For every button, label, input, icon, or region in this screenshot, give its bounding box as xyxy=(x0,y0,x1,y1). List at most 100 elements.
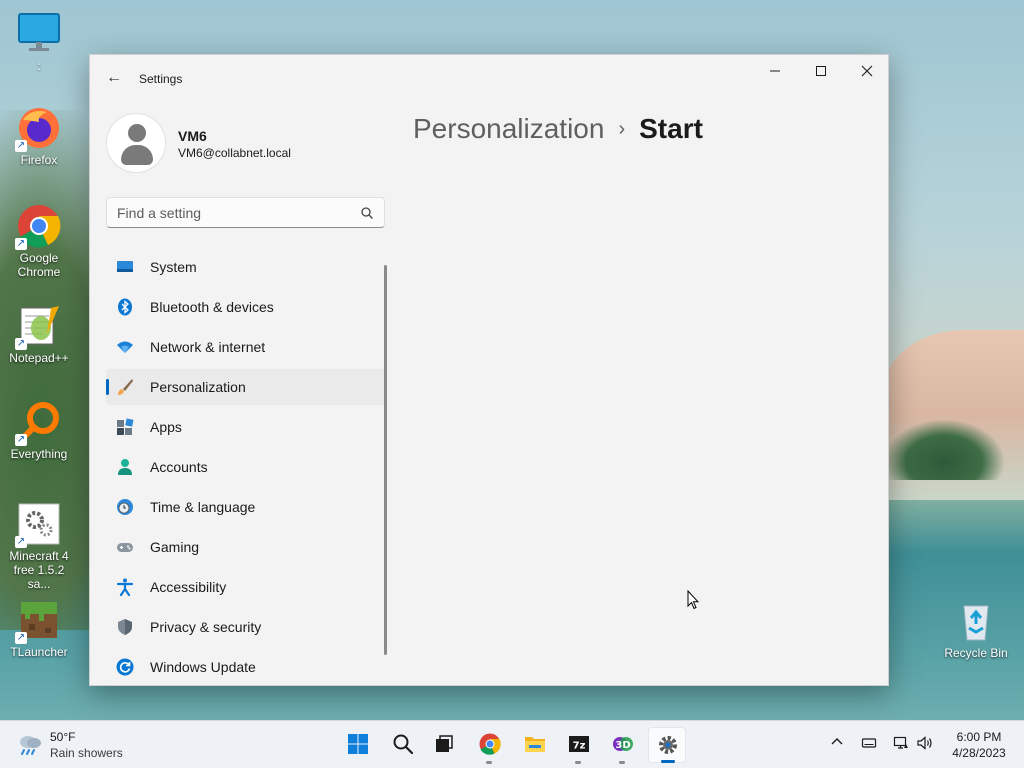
3d-app-taskbar-button[interactable]: 3D xyxy=(604,727,642,764)
shortcut-arrow-icon: ↗ xyxy=(15,140,27,152)
desktop-icon-everything[interactable]: ↗ Everything xyxy=(1,400,77,461)
sidebar-item-personalization[interactable]: Personalization xyxy=(106,369,386,405)
desktop-icon-firefox[interactable]: ↗ Firefox xyxy=(1,106,77,167)
sidebar-item-label: System xyxy=(150,259,197,275)
tray-display-button[interactable] xyxy=(859,735,879,755)
taskbar: 50°F Rain showers 7z 3D 6:00 PM 4/28/202… xyxy=(0,720,1024,768)
desktop-icon-tlauncher[interactable]: ↗ TLauncher xyxy=(1,598,77,659)
close-icon xyxy=(861,65,873,77)
svg-text:3D: 3D xyxy=(615,740,630,751)
sidebar-item-bluetooth[interactable]: Bluetooth & devices xyxy=(106,289,386,325)
task-view-button[interactable] xyxy=(425,727,463,763)
weather-description: Rain showers xyxy=(50,746,123,760)
minimize-icon xyxy=(770,70,780,72)
close-button[interactable] xyxy=(844,55,890,87)
chrome-icon xyxy=(479,733,501,755)
accessibility-icon xyxy=(116,578,134,596)
avatar-head-icon xyxy=(128,124,146,142)
sidebar-item-privacy[interactable]: Privacy & security xyxy=(106,609,386,645)
search-input[interactable] xyxy=(117,204,347,222)
tray-network-button[interactable] xyxy=(891,735,911,755)
notepadpp-icon: ↗ xyxy=(15,304,61,350)
sidebar-item-label: Apps xyxy=(150,419,182,435)
running-indicator xyxy=(619,761,625,764)
sidebar-item-label: Accessibility xyxy=(150,579,227,595)
back-button[interactable]: ← xyxy=(100,67,128,89)
tray-volume-button[interactable] xyxy=(915,735,935,755)
file-explorer-taskbar-button[interactable] xyxy=(516,727,554,763)
7zip-icon: 7z xyxy=(569,736,589,752)
sidebar-scrollbar[interactable] xyxy=(384,265,387,655)
sidebar-item-accounts[interactable]: Accounts xyxy=(106,449,386,485)
shortcut-arrow-icon: ↗ xyxy=(15,536,27,548)
desktop-icon-label: Notepad++ xyxy=(9,351,69,365)
wifi-icon xyxy=(117,341,133,353)
sidebar-item-time-language[interactable]: Time & language xyxy=(106,489,386,525)
desktop-icon-label: Minecraft 4 free 1.5.2 sa... xyxy=(9,549,69,591)
search-button[interactable] xyxy=(384,727,422,763)
profile-email: VM6@collabnet.local xyxy=(178,146,291,160)
desktop-icon-this-pc[interactable]: : xyxy=(1,12,77,73)
desktop-icon-label: Google Chrome xyxy=(17,251,61,279)
firefox-icon: ↗ xyxy=(15,106,61,152)
folder-icon xyxy=(525,737,545,752)
sidebar-item-label: Gaming xyxy=(150,539,200,555)
chevron-up-icon xyxy=(831,738,843,745)
svg-text:7z: 7z xyxy=(573,741,586,752)
show-hidden-icons-button[interactable] xyxy=(827,735,847,755)
breadcrumb-parent-link[interactable]: Personalization xyxy=(413,113,604,144)
sidebar-item-gaming[interactable]: Gaming xyxy=(106,529,386,565)
sidebar-item-label: Bluetooth & devices xyxy=(150,299,274,315)
title-bar[interactable]: ← Settings xyxy=(90,55,888,101)
sidebar-item-windows-update[interactable]: Windows Update xyxy=(106,649,386,685)
desktop-icon-notepadpp[interactable]: ↗ Notepad++ xyxy=(1,304,77,365)
sidebar-item-apps[interactable]: Apps xyxy=(106,409,386,445)
7zip-taskbar-button[interactable]: 7z xyxy=(560,727,598,764)
sidebar-item-system[interactable]: System xyxy=(106,249,386,285)
desktop-icon-label: : xyxy=(37,59,41,73)
desktop-icon-recycle-bin[interactable]: Recycle Bin xyxy=(938,600,1014,660)
shortcut-arrow-icon: ↗ xyxy=(15,632,27,644)
start-button[interactable] xyxy=(339,727,377,763)
avatar[interactable] xyxy=(106,113,166,173)
desktop-icon-minecraft[interactable]: ↗ Minecraft 4 free 1.5.2 sa... xyxy=(1,502,77,591)
shield-icon xyxy=(118,619,132,635)
sidebar-item-label: Windows Update xyxy=(150,659,256,675)
desktop-wallpaper-trees xyxy=(884,420,1004,480)
running-indicator xyxy=(575,761,581,764)
gears-icon: ↗ xyxy=(15,502,61,548)
magnifier-orange-icon: ↗ xyxy=(15,400,61,446)
apps-icon xyxy=(117,418,134,435)
chrome-taskbar-button[interactable] xyxy=(471,727,509,764)
page-title: Start xyxy=(639,113,703,144)
recycle-bin-icon xyxy=(954,600,998,644)
shortcut-arrow-icon: ↗ xyxy=(15,434,27,446)
shortcut-arrow-icon: ↗ xyxy=(15,238,27,250)
sidebar-nav: System Bluetooth & devices Network & int… xyxy=(106,249,386,689)
avatar-body-icon xyxy=(121,145,153,165)
bluetooth-icon xyxy=(118,298,132,316)
display-icon xyxy=(861,738,877,748)
network-icon xyxy=(893,736,908,749)
minimize-button[interactable] xyxy=(752,55,798,87)
clock-date: 4/28/2023 xyxy=(952,746,1006,760)
shortcut-arrow-icon: ↗ xyxy=(15,338,27,350)
chrome-icon: ↗ xyxy=(15,204,61,250)
settings-taskbar-button[interactable] xyxy=(648,727,686,763)
system-icon xyxy=(117,261,133,272)
taskbar-clock[interactable]: 6:00 PM 4/28/2023 xyxy=(944,729,1014,761)
windows-logo-icon xyxy=(348,734,368,754)
gamepad-icon xyxy=(117,543,133,552)
accounts-icon xyxy=(118,459,132,475)
sidebar-item-accessibility[interactable]: Accessibility xyxy=(106,569,386,605)
maximize-button[interactable] xyxy=(798,55,844,87)
grass-block-icon: ↗ xyxy=(15,598,61,644)
search-box[interactable] xyxy=(106,197,385,228)
sidebar-item-label: Privacy & security xyxy=(150,619,262,635)
task-view-icon xyxy=(436,735,453,752)
mouse-cursor-icon xyxy=(687,590,699,610)
search-icon[interactable] xyxy=(360,206,374,220)
sidebar-item-network[interactable]: Network & internet xyxy=(106,329,386,365)
active-indicator xyxy=(661,760,675,763)
desktop-icon-chrome[interactable]: ↗ Google Chrome xyxy=(1,204,77,279)
